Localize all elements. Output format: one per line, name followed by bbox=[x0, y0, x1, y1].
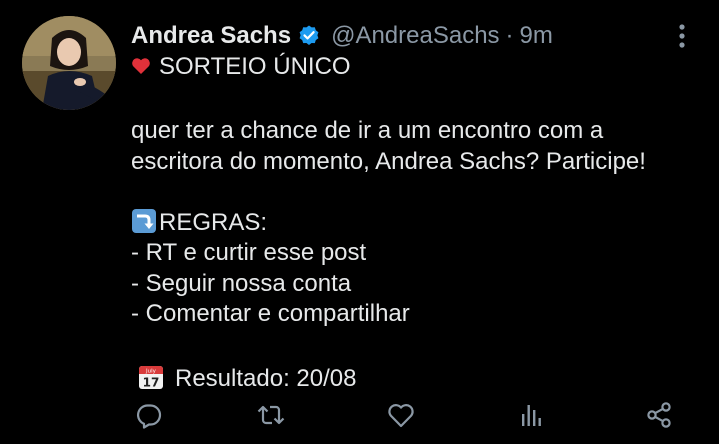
share-icon[interactable] bbox=[644, 400, 674, 430]
result-text: Resultado: 20/08 bbox=[175, 364, 357, 392]
tweet-timestamp[interactable]: 9m bbox=[520, 22, 553, 50]
separator-dot: · bbox=[505, 22, 514, 49]
rules-title: REGRAS: bbox=[159, 208, 268, 236]
reply-icon[interactable] bbox=[134, 400, 164, 430]
tweet-text: SORTEIO ÚNICO quer ter a chance de ir a … bbox=[131, 52, 711, 393]
rules-title-line: REGRAS: bbox=[131, 208, 711, 239]
rule-2: - Seguir nossa conta bbox=[131, 269, 352, 297]
author-handle[interactable]: @AndreaSachs bbox=[331, 22, 499, 50]
analytics-icon[interactable] bbox=[516, 400, 546, 430]
rule-1: - RT e curtir esse post bbox=[131, 239, 367, 266]
tweet-title: SORTEIO ÚNICO bbox=[159, 53, 351, 80]
result-line: July 17 Resultado: 20/08 bbox=[131, 363, 711, 394]
tweet-title-line: SORTEIO ÚNICO bbox=[131, 52, 711, 83]
tweet-action-bar bbox=[131, 400, 691, 430]
calendar-month: July bbox=[145, 368, 157, 374]
more-vertical-icon[interactable] bbox=[670, 22, 694, 50]
intro-line-1: quer ter a chance de ir a um encontro co… bbox=[131, 117, 604, 144]
verified-badge-icon bbox=[297, 24, 321, 48]
retweet-icon[interactable] bbox=[256, 400, 286, 430]
avatar-photo bbox=[22, 16, 116, 110]
intro-line-2: escritora do momento, Andrea Sachs? Part… bbox=[131, 147, 646, 175]
calendar-emoji: July 17 bbox=[137, 363, 165, 391]
tweet-header: Andrea Sachs @AndreaSachs · 9m bbox=[131, 20, 553, 52]
author-name[interactable]: Andrea Sachs bbox=[131, 22, 291, 50]
avatar[interactable] bbox=[22, 16, 116, 110]
like-icon[interactable] bbox=[386, 400, 416, 430]
right-arrow-curving-down-emoji bbox=[131, 208, 157, 234]
heart-emoji bbox=[131, 54, 151, 74]
rule-3: - Comentar e compartilhar bbox=[131, 300, 410, 327]
calendar-day: 17 bbox=[143, 375, 160, 389]
